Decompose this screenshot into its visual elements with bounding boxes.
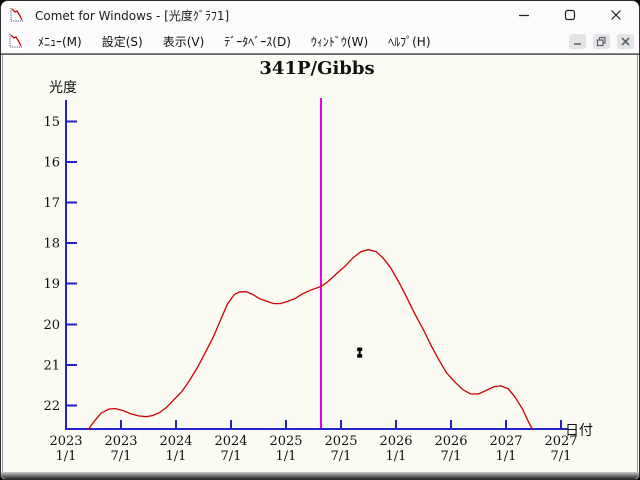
app-window: Comet for Windows - [光度ｸﾞﾗﾌ1] ﾒﾆｭｰ(M) 設定… <box>0 0 640 480</box>
menu-item-2[interactable]: 表示(V) <box>153 30 215 53</box>
menu-items: ﾒﾆｭｰ(M) 設定(S) 表示(V) ﾃﾞｰﾀﾍﾞｰｽ(D) ｳｨﾝﾄﾞｳ(W) ﾍﾙﾌ… <box>28 30 441 53</box>
menu-item-0[interactable]: ﾒﾆｭｰ(M) <box>28 30 92 53</box>
mdi-restore-icon <box>596 36 606 46</box>
minimize-icon <box>519 14 529 17</box>
menu-item-4[interactable]: ｳｨﾝﾄﾞｳ(W) <box>301 30 378 53</box>
close-button[interactable] <box>593 1 639 29</box>
menu-item-3[interactable]: ﾃﾞｰﾀﾍﾞｰｽ(D) <box>214 30 301 53</box>
mdi-close-button[interactable] <box>617 33 634 49</box>
menu-item-1[interactable]: 設定(S) <box>92 30 153 53</box>
menu-bar: ﾒﾆｭｰ(M) 設定(S) 表示(V) ﾃﾞｰﾀﾍﾞｰｽ(D) ｳｨﾝﾄﾞｳ(W) ﾍﾙﾌ… <box>1 29 639 53</box>
mdi-child-controls <box>569 33 634 49</box>
document-chart-icon <box>8 33 24 49</box>
app-icon <box>9 7 25 23</box>
window-controls <box>501 1 639 29</box>
mdi-restore-button[interactable] <box>593 33 610 49</box>
maximize-button[interactable] <box>547 1 593 29</box>
mdi-minimize-icon <box>574 42 581 45</box>
window-title: Comet for Windows - [光度ｸﾞﾗﾌ1] <box>35 8 230 23</box>
title-bar: Comet for Windows - [光度ｸﾞﾗﾌ1] <box>1 1 639 29</box>
mdi-close-icon <box>621 36 630 46</box>
menu-item-5[interactable]: ﾍﾙﾌﾟ(H) <box>378 30 440 53</box>
mdi-minimize-button[interactable] <box>569 33 586 49</box>
minimize-button[interactable] <box>501 1 547 29</box>
x-axis-label: 日付 <box>565 423 593 439</box>
chart-title: 341P/Gibbs <box>259 58 375 79</box>
window-bottom-frame[interactable] <box>1 472 639 479</box>
y-axis-label: 光度 <box>49 80 77 96</box>
close-icon <box>611 10 621 20</box>
maximize-icon <box>564 9 576 21</box>
graph-client-area <box>2 55 638 472</box>
